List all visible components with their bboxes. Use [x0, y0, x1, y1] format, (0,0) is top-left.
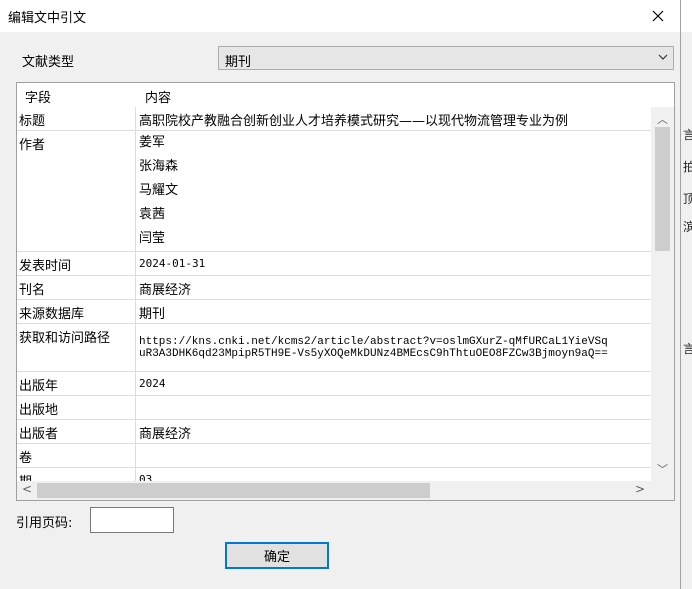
field-value[interactable]: 2024 — [139, 377, 166, 390]
doc-type-select[interactable]: 期刊 — [218, 46, 674, 70]
table-row[interactable]: 刊名 商展经济 — [17, 276, 651, 300]
grid-rows: 标题 高职院校产教融合创新创业人才培养模式研究——以现代物流管理专业为例 作者 … — [17, 107, 651, 481]
ok-button[interactable]: 确定 — [225, 542, 329, 569]
field-name: 发表时间 — [19, 259, 72, 274]
horizontal-scrollbar[interactable]: < > — [17, 481, 651, 500]
field-value-url[interactable]: https://kns.cnki.net/kcms2/article/abstr… — [139, 336, 608, 360]
table-row[interactable]: 来源数据库 期刊 — [17, 300, 651, 324]
ok-button-label: 确定 — [263, 550, 290, 565]
table-row[interactable]: 卷 — [17, 444, 651, 468]
edit-citation-dialog: 编辑文中引文 文献类型 期刊 字段 内容 标题 高职院校产教融合创新创业人才培养… — [0, 0, 681, 589]
field-value[interactable]: 商展经济 — [139, 279, 191, 298]
chevron-down-icon — [658, 54, 668, 60]
doc-type-value: 期刊 — [225, 55, 252, 70]
field-value[interactable]: 03 — [139, 473, 152, 481]
close-button[interactable] — [636, 0, 680, 32]
field-name: 期 — [19, 471, 32, 481]
field-name: 出版地 — [19, 403, 59, 418]
table-row[interactable]: 出版地 — [17, 396, 651, 420]
page-number-input[interactable] — [90, 507, 174, 533]
field-value[interactable]: 高职院校产教融合创新创业人才培养模式研究——以现代物流管理专业为例 — [139, 110, 568, 129]
field-name: 作者 — [19, 138, 46, 153]
scrollbar-corner — [651, 481, 674, 500]
author-name: 闫莹 — [139, 231, 166, 246]
scroll-right-icon[interactable]: > — [635, 482, 645, 496]
table-row[interactable]: 标题 高职院校产教融合创新创业人才培养模式研究——以现代物流管理专业为例 — [17, 107, 651, 131]
field-value[interactable]: 期刊 — [139, 303, 165, 322]
field-name: 出版者 — [19, 427, 59, 442]
background-text: 言 — [683, 342, 692, 356]
citation-fields-grid: 字段 内容 标题 高职院校产教融合创新创业人才培养模式研究——以现代物流管理专业… — [16, 82, 675, 501]
scroll-up-icon[interactable]: ︿ — [657, 111, 668, 127]
background-text: 顶 — [683, 192, 692, 206]
url-line: https://kns.cnki.net/kcms2/article/abstr… — [139, 336, 608, 348]
window-title: 编辑文中引文 — [8, 11, 87, 26]
scroll-left-icon[interactable]: < — [22, 482, 32, 496]
horizontal-scroll-thumb[interactable] — [37, 483, 430, 498]
grid-header: 字段 内容 — [17, 83, 674, 107]
author-name: 袁茜 — [139, 207, 166, 222]
page-number-label: 引用页码: — [16, 516, 73, 531]
table-row[interactable]: 期 03 — [17, 468, 651, 481]
table-row[interactable]: 作者 姜军 张海森 马耀文 袁茜 闫莹 — [17, 131, 651, 252]
column-header-field: 字段 — [25, 91, 52, 106]
field-value-authors[interactable]: 姜军 张海森 马耀文 袁茜 闫莹 — [139, 134, 178, 254]
field-name: 刊名 — [19, 283, 46, 298]
author-name: 张海森 — [139, 159, 179, 174]
field-value[interactable]: 商展经济 — [139, 423, 191, 442]
field-name: 卷 — [19, 451, 33, 466]
vertical-scroll-thumb[interactable] — [655, 127, 670, 251]
background-window-edge — [680, 32, 692, 589]
doc-type-label: 文献类型 — [22, 55, 75, 70]
field-name: 出版年 — [19, 379, 59, 394]
title-bar: 编辑文中引文 — [0, 0, 680, 32]
field-name: 获取和访问路径 — [19, 331, 111, 346]
table-row[interactable]: 发表时间 2024-01-31 — [17, 252, 651, 276]
background-text: 滨 — [683, 220, 692, 234]
author-name: 姜军 — [139, 135, 166, 150]
field-name: 标题 — [19, 114, 46, 129]
author-name: 马耀文 — [139, 183, 179, 198]
field-name: 来源数据库 — [19, 307, 85, 322]
background-text: 拍 — [683, 160, 692, 174]
field-value[interactable]: 2024-01-31 — [139, 257, 205, 270]
table-row[interactable]: 出版者 商展经济 — [17, 420, 651, 444]
url-line: uR3A3DHK6qd23MpipR5TH9E-Vs5yXOQeMkDUNz4B… — [139, 348, 608, 360]
vertical-scrollbar[interactable]: ︿ ﹀ — [651, 107, 674, 481]
close-icon — [652, 10, 664, 22]
column-header-content: 内容 — [145, 91, 172, 106]
table-row[interactable]: 出版年 2024 — [17, 372, 651, 396]
scroll-down-icon[interactable]: ﹀ — [657, 461, 668, 477]
table-row[interactable]: 获取和访问路径 https://kns.cnki.net/kcms2/artic… — [17, 324, 651, 372]
background-text: 言 — [683, 128, 692, 142]
